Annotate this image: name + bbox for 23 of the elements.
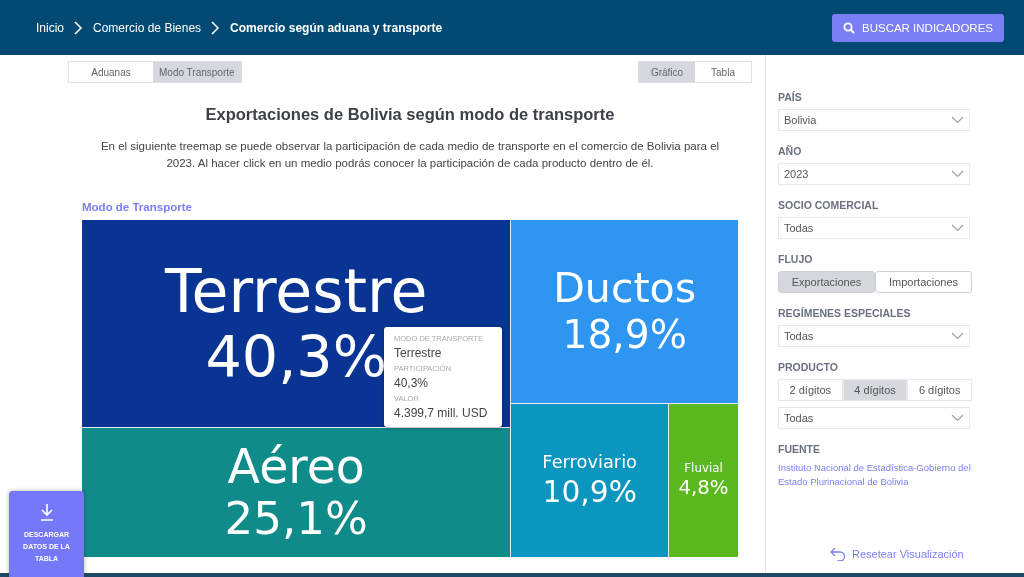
tile-label: Aéreo <box>227 441 365 492</box>
filter-label: FUENTE <box>778 443 821 455</box>
tile-label: Terrestre <box>165 259 428 323</box>
tile-label: Ferroviario <box>542 453 637 472</box>
filter-label: SOCIO COMERCIAL <box>778 199 880 211</box>
tile-share: 25,1% <box>224 495 368 543</box>
tooltip-value: 40,3% <box>394 375 430 390</box>
tile-label: Fluvial <box>684 461 723 475</box>
tile-share: 10,9% <box>542 476 637 508</box>
filter-label: PAÍS <box>778 91 803 103</box>
filter-label: PRODUCTO <box>778 361 839 373</box>
tooltip-value: 4.399,7 mill. USD <box>394 405 489 420</box>
tile-share: 18,9% <box>562 314 687 356</box>
treemap-heading: Modo de Transporte <box>82 200 193 213</box>
page-title: Exportaciones de Bolivia según modo de transporte <box>204 105 616 124</box>
tooltip-value: Terrestre <box>394 345 443 360</box>
filter-label: FLUJO <box>778 253 814 265</box>
tile-share: 40,3% <box>205 326 387 387</box>
filter-label: REGÍMENES ESPECIALES <box>778 307 912 319</box>
tile-share: 4,8% <box>678 478 729 499</box>
tile-label: Ductos <box>553 267 697 311</box>
description: En el siguiente treemap se puede observar la participación de cada medio de transporte en el comercio de Bolivia para el 2023. Al hacer click en un medio podrás conocer la participación de cada producto dentro de él. <box>99 139 721 172</box>
filter-label: AÑO <box>778 145 803 157</box>
